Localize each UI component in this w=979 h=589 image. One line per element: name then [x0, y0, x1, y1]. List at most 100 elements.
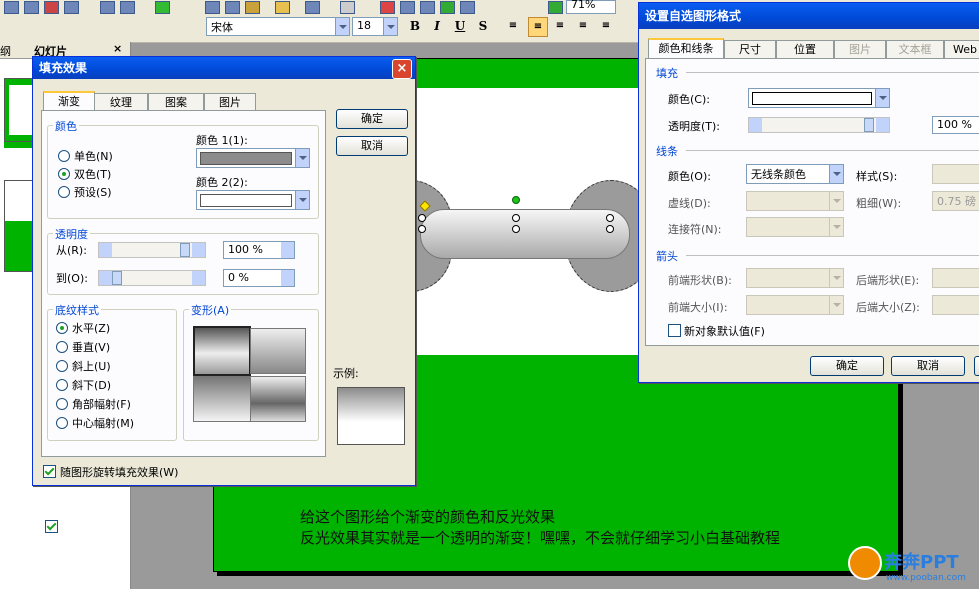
- chevron-right-icon[interactable]: [876, 118, 889, 132]
- ok-button[interactable]: 确定: [336, 109, 408, 129]
- chevron-right-icon[interactable]: [192, 271, 205, 285]
- undo-icon[interactable]: [305, 1, 320, 14]
- chevron-left-icon[interactable]: [99, 271, 112, 285]
- shading-style-radio[interactable]: [56, 322, 68, 334]
- align-center-icon[interactable]: ≡: [528, 17, 548, 37]
- chevron-left-icon[interactable]: [99, 243, 112, 257]
- cancel-button[interactable]: 取消: [891, 356, 965, 376]
- expand-icon[interactable]: [548, 1, 563, 14]
- gradient-bar-shape[interactable]: [420, 209, 630, 259]
- font-name-combo[interactable]: 宋体: [206, 17, 350, 36]
- two-colors-radio[interactable]: [58, 168, 70, 180]
- tab-picture[interactable]: 图片: [204, 93, 256, 111]
- permission-icon[interactable]: [44, 1, 59, 14]
- paste-icon[interactable]: [245, 1, 260, 14]
- tab-web[interactable]: Web: [944, 40, 979, 58]
- color1-picker[interactable]: [196, 148, 310, 168]
- cut-icon[interactable]: [205, 1, 220, 14]
- shading-style-radio[interactable]: [56, 360, 68, 372]
- chevron-left-icon[interactable]: [749, 118, 762, 132]
- tab-size[interactable]: 尺寸: [724, 40, 776, 58]
- print-icon[interactable]: [100, 1, 115, 14]
- spelling-icon[interactable]: [155, 1, 170, 14]
- close-button[interactable]: ×: [392, 59, 412, 79]
- to-slider[interactable]: [98, 270, 206, 286]
- bullets-icon[interactable]: ≡: [597, 17, 615, 35]
- underline-button[interactable]: U: [451, 17, 469, 35]
- print-preview-icon[interactable]: [120, 1, 135, 14]
- shading-style-label: 中心幅射(M): [72, 417, 135, 430]
- shading-style-radio[interactable]: [56, 417, 68, 429]
- align-left-icon[interactable]: ≡: [504, 17, 522, 35]
- chevron-down-icon[interactable]: [335, 18, 349, 35]
- tables-borders-icon[interactable]: [420, 1, 435, 14]
- variant-swatch[interactable]: [193, 326, 251, 376]
- rotate-with-shape-checkbox[interactable]: [45, 520, 58, 533]
- selection-handle[interactable]: [512, 225, 520, 233]
- chevron-right-icon[interactable]: [192, 243, 205, 257]
- font-size-combo[interactable]: 18: [352, 17, 398, 36]
- chevron-down-icon[interactable]: [295, 149, 309, 167]
- from-slider-thumb[interactable]: [180, 243, 190, 257]
- copy-icon[interactable]: [225, 1, 240, 14]
- help-button[interactable]: [974, 356, 979, 376]
- from-slider[interactable]: [98, 242, 206, 258]
- tab-outline[interactable]: 纲: [0, 43, 11, 59]
- close-icon[interactable]: ×: [113, 42, 122, 55]
- tab-gradient[interactable]: 渐变: [43, 91, 95, 112]
- preset-radio[interactable]: [58, 186, 70, 198]
- selection-handle[interactable]: [606, 225, 614, 233]
- tab-position[interactable]: 位置: [776, 40, 834, 58]
- hyperlink-icon[interactable]: [460, 1, 475, 14]
- insert-chart-icon[interactable]: [380, 1, 395, 14]
- tab-colors-lines[interactable]: 颜色和线条: [648, 38, 724, 59]
- line-color-combo[interactable]: 无线条颜色: [746, 164, 844, 184]
- chevron-down-icon[interactable]: [875, 89, 889, 107]
- to-spinner[interactable]: 0 %: [223, 269, 295, 287]
- fill-color-picker[interactable]: [748, 88, 890, 108]
- from-spinner[interactable]: 100 %: [223, 241, 295, 259]
- to-slider-thumb[interactable]: [112, 271, 122, 285]
- redo-icon[interactable]: [340, 1, 355, 14]
- save-icon[interactable]: [24, 1, 39, 14]
- selection-handle[interactable]: [606, 214, 614, 222]
- selection-handle[interactable]: [418, 214, 426, 222]
- open-icon[interactable]: [4, 1, 19, 14]
- fill-transparency-slider[interactable]: [748, 117, 890, 133]
- fill-transparency-spinner[interactable]: 100 %: [932, 116, 979, 134]
- to-value: 0 %: [228, 271, 249, 284]
- default-for-new-checkbox[interactable]: [668, 324, 681, 337]
- selection-handle[interactable]: [512, 214, 520, 222]
- align-right-icon[interactable]: ≡: [551, 17, 569, 35]
- shading-style-radio[interactable]: [56, 398, 68, 410]
- chevron-down-icon[interactable]: [295, 191, 309, 209]
- bold-button[interactable]: B: [406, 17, 424, 35]
- variant-swatch[interactable]: [250, 376, 306, 422]
- format-painter-icon[interactable]: [275, 1, 290, 14]
- rotate-with-shape-checkbox[interactable]: [43, 465, 56, 478]
- spinner-arrows-icon[interactable]: [281, 242, 294, 258]
- cancel-button[interactable]: 取消: [336, 136, 408, 156]
- color2-picker[interactable]: [196, 190, 310, 210]
- variant-swatch[interactable]: [250, 328, 306, 374]
- chevron-down-icon[interactable]: [383, 18, 397, 35]
- insert-picture-icon[interactable]: [440, 1, 455, 14]
- variant-swatch[interactable]: [193, 376, 251, 422]
- tab-pattern[interactable]: 图案: [148, 93, 204, 111]
- email-icon[interactable]: [64, 1, 79, 14]
- tab-texture[interactable]: 纹理: [94, 93, 148, 111]
- shading-style-radio[interactable]: [56, 379, 68, 391]
- shadow-button[interactable]: S: [474, 17, 492, 35]
- fill-transparency-thumb[interactable]: [864, 118, 874, 132]
- italic-button[interactable]: I: [428, 17, 446, 35]
- single-color-radio[interactable]: [58, 150, 70, 162]
- insert-table-icon[interactable]: [400, 1, 415, 14]
- spinner-arrows-icon[interactable]: [281, 270, 294, 286]
- zoom-box[interactable]: 71%: [566, 0, 616, 14]
- rotation-handle[interactable]: [512, 196, 520, 204]
- ok-button[interactable]: 确定: [810, 356, 884, 376]
- chevron-down-icon[interactable]: [829, 165, 843, 183]
- selection-handle[interactable]: [418, 225, 426, 233]
- numbering-icon[interactable]: ≡: [574, 17, 592, 35]
- shading-style-radio[interactable]: [56, 341, 68, 353]
